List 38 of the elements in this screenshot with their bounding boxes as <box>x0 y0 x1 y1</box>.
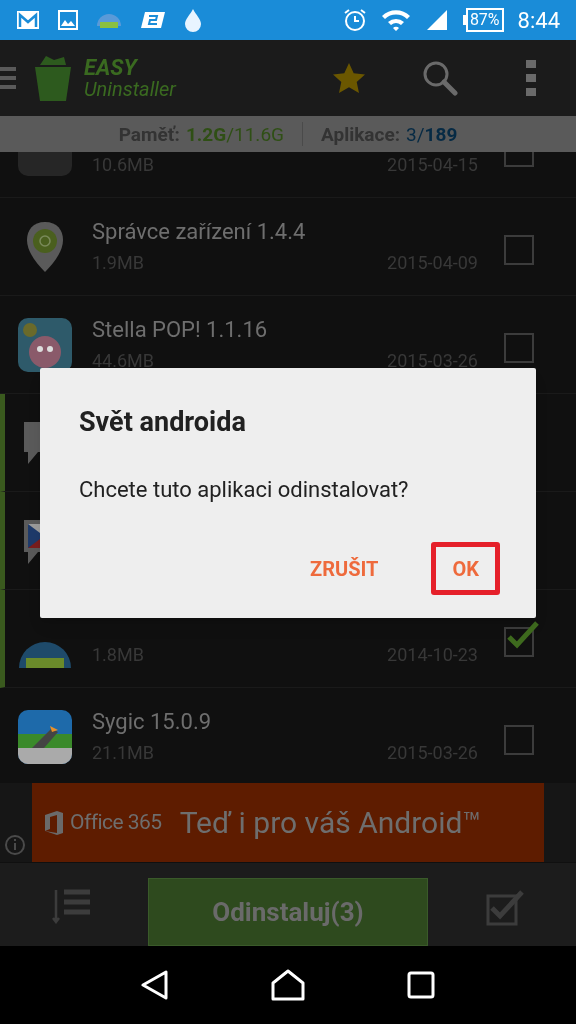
overflow-menu-icon[interactable] <box>526 60 536 96</box>
sort-icon[interactable] <box>52 888 92 924</box>
app-icon <box>16 708 74 766</box>
drop-icon <box>184 8 202 32</box>
checkbox[interactable] <box>504 619 540 657</box>
back-icon[interactable] <box>141 970 169 1000</box>
dialog-title: Svět androida <box>79 405 247 440</box>
app-notification-icon <box>140 11 166 29</box>
app-name: Stella POP! 1.1.16 <box>92 316 269 344</box>
apps-count: 3/189 <box>406 124 458 144</box>
ad-text: Teď i pro váš Android™ <box>179 804 482 842</box>
battery-indicator: 87% <box>462 8 504 32</box>
menu-icon[interactable] <box>0 67 16 89</box>
info-icon[interactable] <box>4 834 26 856</box>
clock: 8:44 <box>517 6 560 35</box>
app-name: Správce zařízení 1.4.4 <box>92 218 307 246</box>
recent-apps-icon[interactable] <box>407 971 435 999</box>
office-logo-icon <box>44 809 64 836</box>
image-icon <box>58 10 78 30</box>
alarm-icon <box>342 8 367 32</box>
uninstall-button[interactable]: Odinstaluj(3) <box>148 878 428 946</box>
star-icon[interactable] <box>332 62 366 94</box>
logo-subtitle: Uninstaller <box>84 79 176 99</box>
wifi-icon <box>380 8 411 32</box>
app-icon <box>16 640 74 668</box>
memory-value: 1.2G/11.6G <box>185 124 284 144</box>
mail-icon <box>16 10 40 30</box>
search-icon[interactable] <box>422 60 458 96</box>
home-icon[interactable] <box>271 969 305 1001</box>
ad-banner[interactable]: Office 365 Teď i pro váš Android™ <box>32 783 544 862</box>
app-name: Sygic 15.0.9 <box>92 708 213 736</box>
dialog-message: Chcete tuto aplikaci odinstalovat? <box>79 475 410 504</box>
trash-bin-icon <box>34 55 72 101</box>
dialog-button[interactable]: OK <box>431 542 500 595</box>
app-icon <box>16 316 74 374</box>
logo-title: EASY <box>84 57 139 79</box>
select-all-icon[interactable] <box>486 890 524 926</box>
ad-brand: Office 365 <box>70 808 162 836</box>
